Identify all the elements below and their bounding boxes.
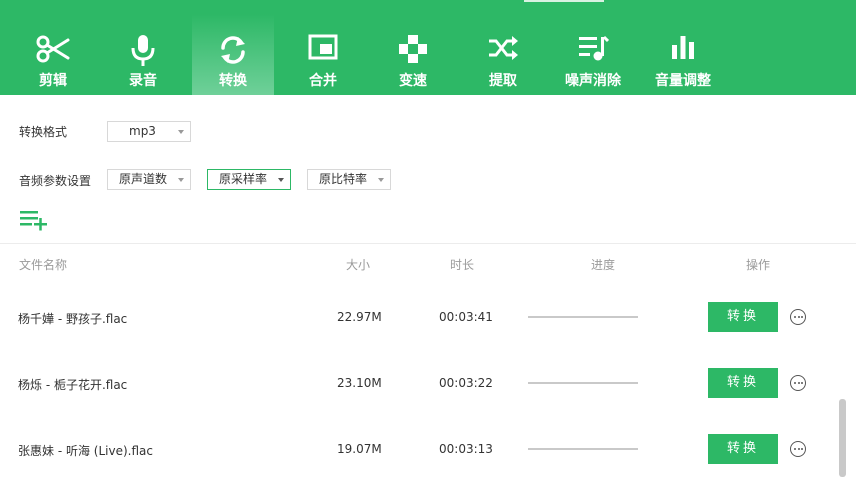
progress-bar xyxy=(528,448,638,450)
convert-button[interactable]: 转换 xyxy=(708,368,778,398)
tool-convert-label: 转换 xyxy=(219,73,247,89)
header-size: 大小 xyxy=(346,258,371,272)
file-size: 19.07M xyxy=(337,442,382,456)
tool-extract[interactable]: 提取 xyxy=(462,14,544,95)
chevron-down-icon xyxy=(178,130,184,134)
tool-volume[interactable]: 音量调整 xyxy=(642,14,724,95)
tool-speed[interactable]: 变速 xyxy=(372,14,454,95)
tool-volume-label: 音量调整 xyxy=(655,73,711,89)
file-duration: 00:03:13 xyxy=(439,442,493,456)
tool-record-label: 录音 xyxy=(129,73,157,89)
noise-removal-icon xyxy=(579,35,609,61)
chevron-down-icon xyxy=(378,178,384,182)
tool-cut-label: 剪辑 xyxy=(39,73,67,89)
file-duration: 00:03:22 xyxy=(439,376,493,390)
table-row[interactable]: 杨烁 - 栀子花开.flac 23.10M 00:03:22 转换 xyxy=(0,350,840,416)
file-size: 22.97M xyxy=(337,310,382,324)
merge-icon xyxy=(308,34,338,60)
header-action: 操作 xyxy=(746,258,771,272)
tool-cut[interactable]: 剪辑 xyxy=(12,14,94,95)
bitrate-select[interactable]: 原比特率 xyxy=(307,169,391,190)
header-duration: 时长 xyxy=(450,258,475,272)
file-name: 杨千嬅 - 野孩子.flac xyxy=(18,312,128,326)
format-select[interactable]: mp3 xyxy=(107,121,191,142)
scrollbar[interactable] xyxy=(839,399,846,477)
extract-icon xyxy=(489,36,518,60)
table-row[interactable]: 张惠妹 - 听海 (Live).flac 19.07M 00:03:13 转换 xyxy=(0,416,840,477)
tool-convert[interactable]: 转换 xyxy=(192,14,274,95)
file-name: 杨烁 - 栀子花开.flac xyxy=(18,378,128,392)
tool-record[interactable]: 录音 xyxy=(102,14,184,95)
tool-noise-removal[interactable]: 噪声消除 xyxy=(552,14,634,95)
speed-icon xyxy=(399,35,427,63)
progress-bar xyxy=(528,382,638,384)
chevron-down-icon xyxy=(178,178,184,182)
chevron-down-icon xyxy=(278,178,284,182)
tool-merge[interactable]: 合并 xyxy=(282,14,364,95)
file-size: 23.10M xyxy=(337,376,382,390)
tool-noise-removal-label: 噪声消除 xyxy=(565,73,621,89)
convert-button[interactable]: 转换 xyxy=(708,302,778,332)
tool-extract-label: 提取 xyxy=(489,73,517,89)
microphone-icon xyxy=(131,35,155,66)
header-file-name: 文件名称 xyxy=(19,258,68,272)
format-label: 转换格式 xyxy=(19,125,68,139)
sample-rate-select[interactable]: 原采样率 xyxy=(207,169,291,190)
toolbar-top-indicator xyxy=(524,0,604,2)
sample-rate-select-value: 原采样率 xyxy=(219,172,268,186)
tool-merge-label: 合并 xyxy=(309,73,337,89)
more-options-icon[interactable] xyxy=(790,309,806,325)
channels-select[interactable]: 原声道数 xyxy=(107,169,191,190)
volume-icon xyxy=(672,36,694,59)
add-list-icon xyxy=(20,211,47,231)
toolbar: 剪辑 录音 转换 合并 变速 提取 噪声消除 音量调整 xyxy=(0,0,856,95)
audio-params-label: 音频参数设置 xyxy=(19,174,92,188)
header-progress: 进度 xyxy=(591,258,616,272)
add-files-button[interactable] xyxy=(20,209,50,235)
file-name: 张惠妹 - 听海 (Live).flac xyxy=(18,444,153,458)
file-duration: 00:03:41 xyxy=(439,310,493,324)
format-select-value: mp3 xyxy=(129,124,156,138)
table-row[interactable]: 杨千嬅 - 野孩子.flac 22.97M 00:03:41 转换 xyxy=(0,284,840,350)
scissors-icon xyxy=(36,35,70,63)
more-options-icon[interactable] xyxy=(790,375,806,391)
bitrate-select-value: 原比特率 xyxy=(319,172,368,186)
tool-speed-label: 变速 xyxy=(399,73,427,89)
progress-bar xyxy=(528,316,638,318)
more-options-icon[interactable] xyxy=(790,441,806,457)
convert-button[interactable]: 转换 xyxy=(708,434,778,464)
convert-icon xyxy=(221,36,245,64)
divider xyxy=(0,243,856,244)
channels-select-value: 原声道数 xyxy=(119,172,168,186)
